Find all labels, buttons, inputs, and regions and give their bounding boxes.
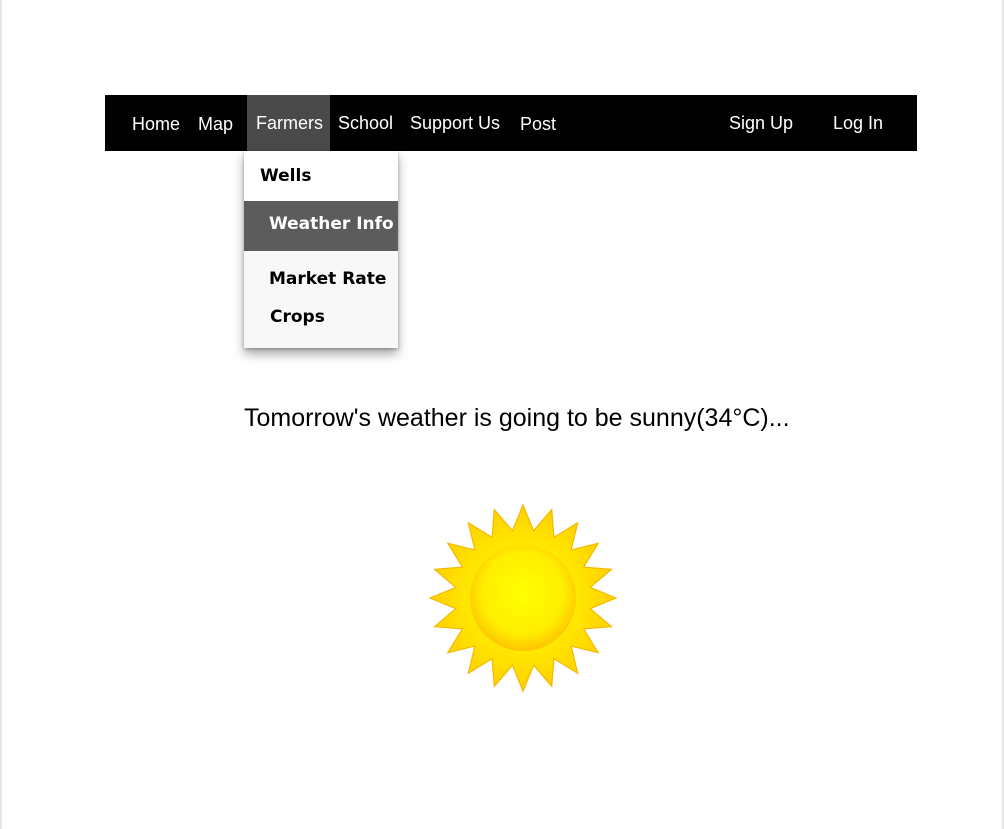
dropdown-item-weather-info[interactable]: Weather Info [244, 201, 398, 251]
nav-school[interactable]: School [338, 95, 393, 151]
dropdown-item-crops[interactable]: Crops [244, 299, 398, 335]
sign-up-link[interactable]: Sign Up [729, 95, 793, 151]
farmers-dropdown-menu: Wells Weather Info Market Rate Crops [244, 151, 398, 348]
log-in-link[interactable]: Log In [833, 95, 883, 151]
dropdown-item-market-rate[interactable]: Market Rate [244, 261, 398, 297]
nav-post[interactable]: Post [520, 96, 556, 152]
sun-icon [428, 502, 618, 694]
nav-support-us[interactable]: Support Us [410, 95, 500, 151]
nav-map[interactable]: Map [198, 96, 233, 152]
dropdown-item-wells[interactable]: Wells [244, 151, 398, 201]
nav-farmers[interactable]: Farmers [247, 95, 330, 151]
page: Home Map Farmers School Support Us Post … [0, 0, 1004, 829]
nav-home[interactable]: Home [132, 96, 180, 152]
forecast-text: Tomorrow's weather is going to be sunny(… [244, 404, 790, 432]
top-navbar: Home Map Farmers School Support Us Post … [105, 95, 917, 151]
